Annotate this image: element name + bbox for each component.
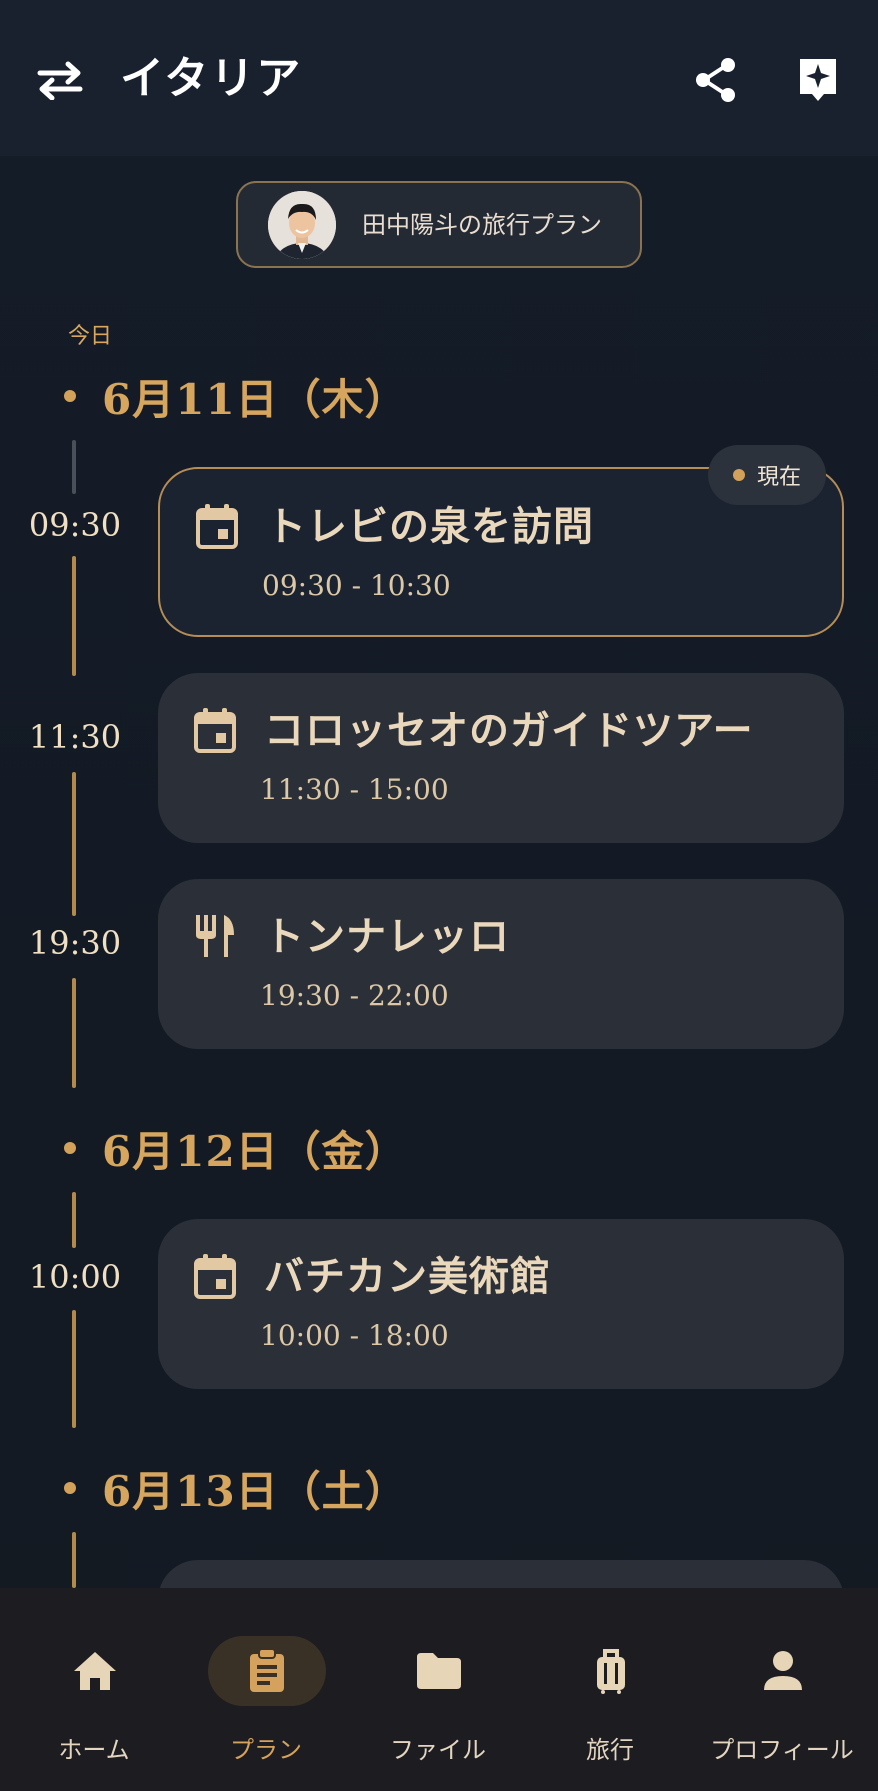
nav-label: ファイル [390, 1736, 486, 1764]
nav-trips[interactable]: 旅行 [530, 1636, 690, 1766]
nav-profile[interactable]: プロフィール [702, 1636, 862, 1766]
event-start-time: 11:30 [28, 718, 122, 756]
event-title: トレビの泉を訪問 [266, 503, 594, 550]
event-card[interactable]: バチカン美術館 10:00 - 18:00 [158, 1219, 844, 1389]
app-header: イタリア [0, 0, 878, 156]
current-badge-label: 現在 [756, 465, 801, 490]
trip-plan-screen: イタリア 田中陽斗の旅行プラン 今日 6月11日（木） 09:30 トレビの泉を… [0, 0, 878, 1791]
date-header: 6月12日（金） [64, 1118, 408, 1178]
trip-owner-label: 田中陽斗の旅行プラン [362, 211, 602, 239]
nav-label: ホーム [58, 1736, 130, 1764]
person-icon [764, 1651, 802, 1690]
share-icon[interactable] [684, 50, 748, 110]
date-dot [64, 1482, 76, 1494]
date-title: 6月13日（土） [102, 1466, 408, 1516]
date-dot [64, 390, 76, 402]
clipboard-icon [250, 1648, 284, 1692]
timeline-line [72, 440, 76, 494]
date-title: 6月12日（金） [102, 1126, 408, 1176]
today-label: 今日 [68, 324, 113, 349]
nav-label: 旅行 [586, 1736, 634, 1764]
event-title: トンナレッロ [264, 913, 510, 960]
current-badge: 現在 [708, 445, 826, 505]
nav-label: プラン [230, 1736, 302, 1764]
event-time-range: 19:30 - 22:00 [260, 979, 449, 1012]
event-card[interactable]: コロッセオのガイドツアー 11:30 - 15:00 [158, 673, 844, 843]
nav-files[interactable]: ファイル [358, 1636, 518, 1766]
date-header: 6月13日（土） [64, 1458, 408, 1518]
date-title: 6月11日（木） [102, 374, 408, 424]
calendar-icon [194, 708, 236, 753]
date-dot [64, 1142, 76, 1154]
timeline-line [72, 1192, 76, 1248]
nav-home[interactable]: ホーム [14, 1636, 174, 1766]
event-title: バチカン美術館 [264, 1253, 551, 1300]
event-start-time: 09:30 [28, 506, 122, 544]
event-time-range: 09:30 - 10:30 [262, 569, 451, 602]
nav-label: プロフィール [710, 1736, 854, 1764]
event-start-time: 10:00 [28, 1258, 122, 1296]
calendar-icon [194, 1254, 236, 1299]
page-title: イタリア [120, 53, 303, 104]
folder-icon [417, 1653, 461, 1689]
sparkle-bookmark-icon[interactable] [786, 48, 850, 112]
timeline-line [72, 556, 76, 676]
timeline-line [72, 772, 76, 916]
event-card[interactable]: トンナレッロ 19:30 - 22:00 [158, 879, 844, 1049]
timeline-line [72, 978, 76, 1088]
current-dot [732, 469, 745, 481]
home-icon [74, 1652, 116, 1690]
swap-icon[interactable] [30, 50, 90, 110]
timeline-line [72, 1532, 76, 1588]
event-time-range: 10:00 - 18:00 [260, 1319, 449, 1352]
event-time-range: 11:30 - 15:00 [260, 773, 449, 806]
nav-plan[interactable]: プラン [186, 1636, 346, 1766]
avatar [268, 191, 336, 259]
trip-owner-chip[interactable]: 田中陽斗の旅行プラン [236, 181, 642, 268]
restaurant-icon [196, 915, 234, 957]
calendar-icon [196, 504, 238, 549]
event-title: コロッセオのガイドツアー [264, 707, 754, 754]
luggage-icon [597, 1649, 625, 1694]
event-start-time: 19:30 [28, 924, 122, 962]
timeline-line [72, 1310, 76, 1428]
date-header: 6月11日（木） [64, 366, 408, 426]
bottom-navigation: ホーム プラン ファイル 旅行 プロフィール [0, 1588, 878, 1791]
